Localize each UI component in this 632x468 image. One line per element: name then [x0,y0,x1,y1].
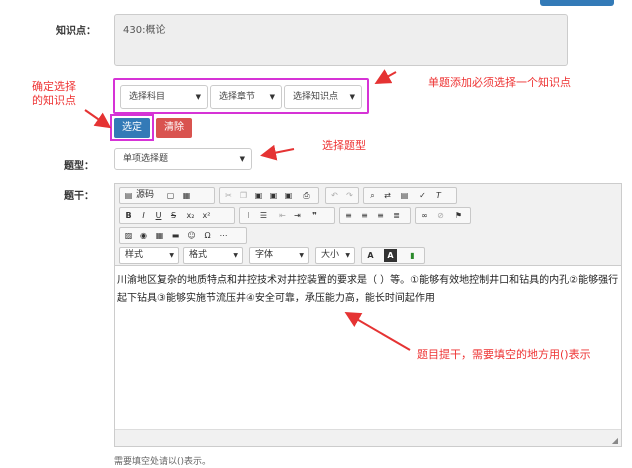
arrow-to-content [344,311,411,351]
arrow-to-qtype [260,144,295,161]
arrow-to-selects [374,69,397,84]
annotation-arrows [84,69,411,351]
arrow-to-confirm [84,109,112,129]
